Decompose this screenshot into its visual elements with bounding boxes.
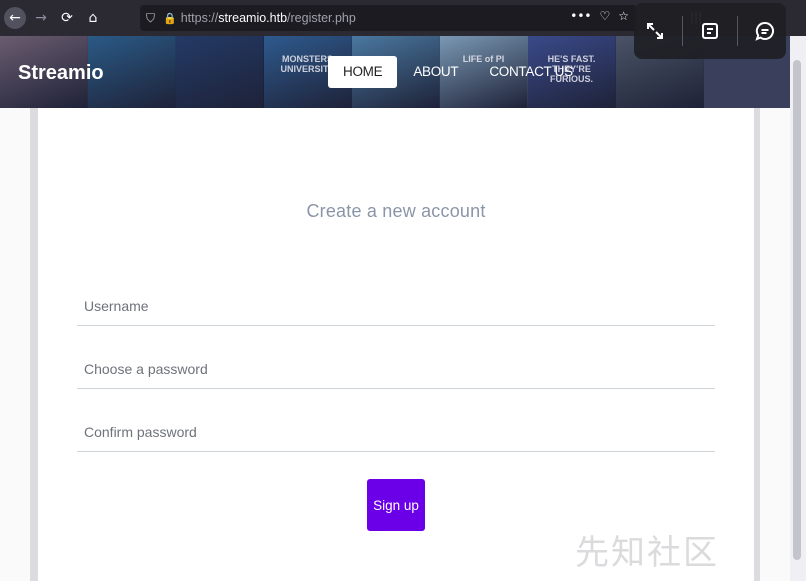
nav-contact[interactable]: CONTACT US xyxy=(474,56,588,88)
address-bar[interactable]: ⛉ 🔒 https://streamio.htb/register.php ••… xyxy=(140,5,637,31)
confirm-password-field xyxy=(77,412,715,452)
reader-icon[interactable] xyxy=(695,16,725,46)
nav-about[interactable]: ABOUT xyxy=(397,56,474,88)
home-icon[interactable]: ⌂ xyxy=(82,7,104,29)
main-nav: HOME ABOUT CONTACT US xyxy=(328,56,588,88)
back-icon[interactable]: ← xyxy=(4,7,26,29)
divider xyxy=(682,16,683,46)
url-scheme: https:// xyxy=(180,11,219,25)
username-input[interactable] xyxy=(77,286,715,325)
sign-up-button[interactable]: Sign up xyxy=(367,479,425,531)
page-actions-icon[interactable]: ••• xyxy=(570,9,591,23)
password-input[interactable] xyxy=(77,349,715,388)
movie-poster xyxy=(176,36,264,108)
pocket-icon[interactable]: ♡ xyxy=(599,9,610,23)
forward-icon[interactable]: → xyxy=(30,7,52,29)
site-logo[interactable]: Streamio xyxy=(18,62,104,85)
floating-toolbar xyxy=(634,3,786,59)
comment-icon[interactable] xyxy=(750,16,780,46)
form-heading: Create a new account xyxy=(306,201,486,221)
page-margin-right xyxy=(754,108,790,581)
register-panel: Create a new account Sign up xyxy=(38,108,754,581)
url-path: /register.php xyxy=(287,11,356,25)
confirm-password-input[interactable] xyxy=(77,412,715,451)
url-host: streamio.htb xyxy=(218,11,288,25)
tracking-shield-icon[interactable]: ⛉ xyxy=(146,11,155,26)
divider xyxy=(737,16,738,46)
scrollbar-thumb[interactable] xyxy=(793,60,801,560)
page-margin-left xyxy=(0,108,38,581)
password-field xyxy=(77,349,715,389)
bookmark-star-icon[interactable]: ☆ xyxy=(618,9,629,23)
watermark: 先知社区 xyxy=(575,533,719,573)
nav-home[interactable]: HOME xyxy=(328,56,398,88)
expand-icon[interactable] xyxy=(640,16,670,46)
reload-icon[interactable]: ⟳ xyxy=(56,7,78,29)
username-field xyxy=(77,286,715,326)
lock-warning-icon[interactable]: 🔒 xyxy=(163,12,177,25)
